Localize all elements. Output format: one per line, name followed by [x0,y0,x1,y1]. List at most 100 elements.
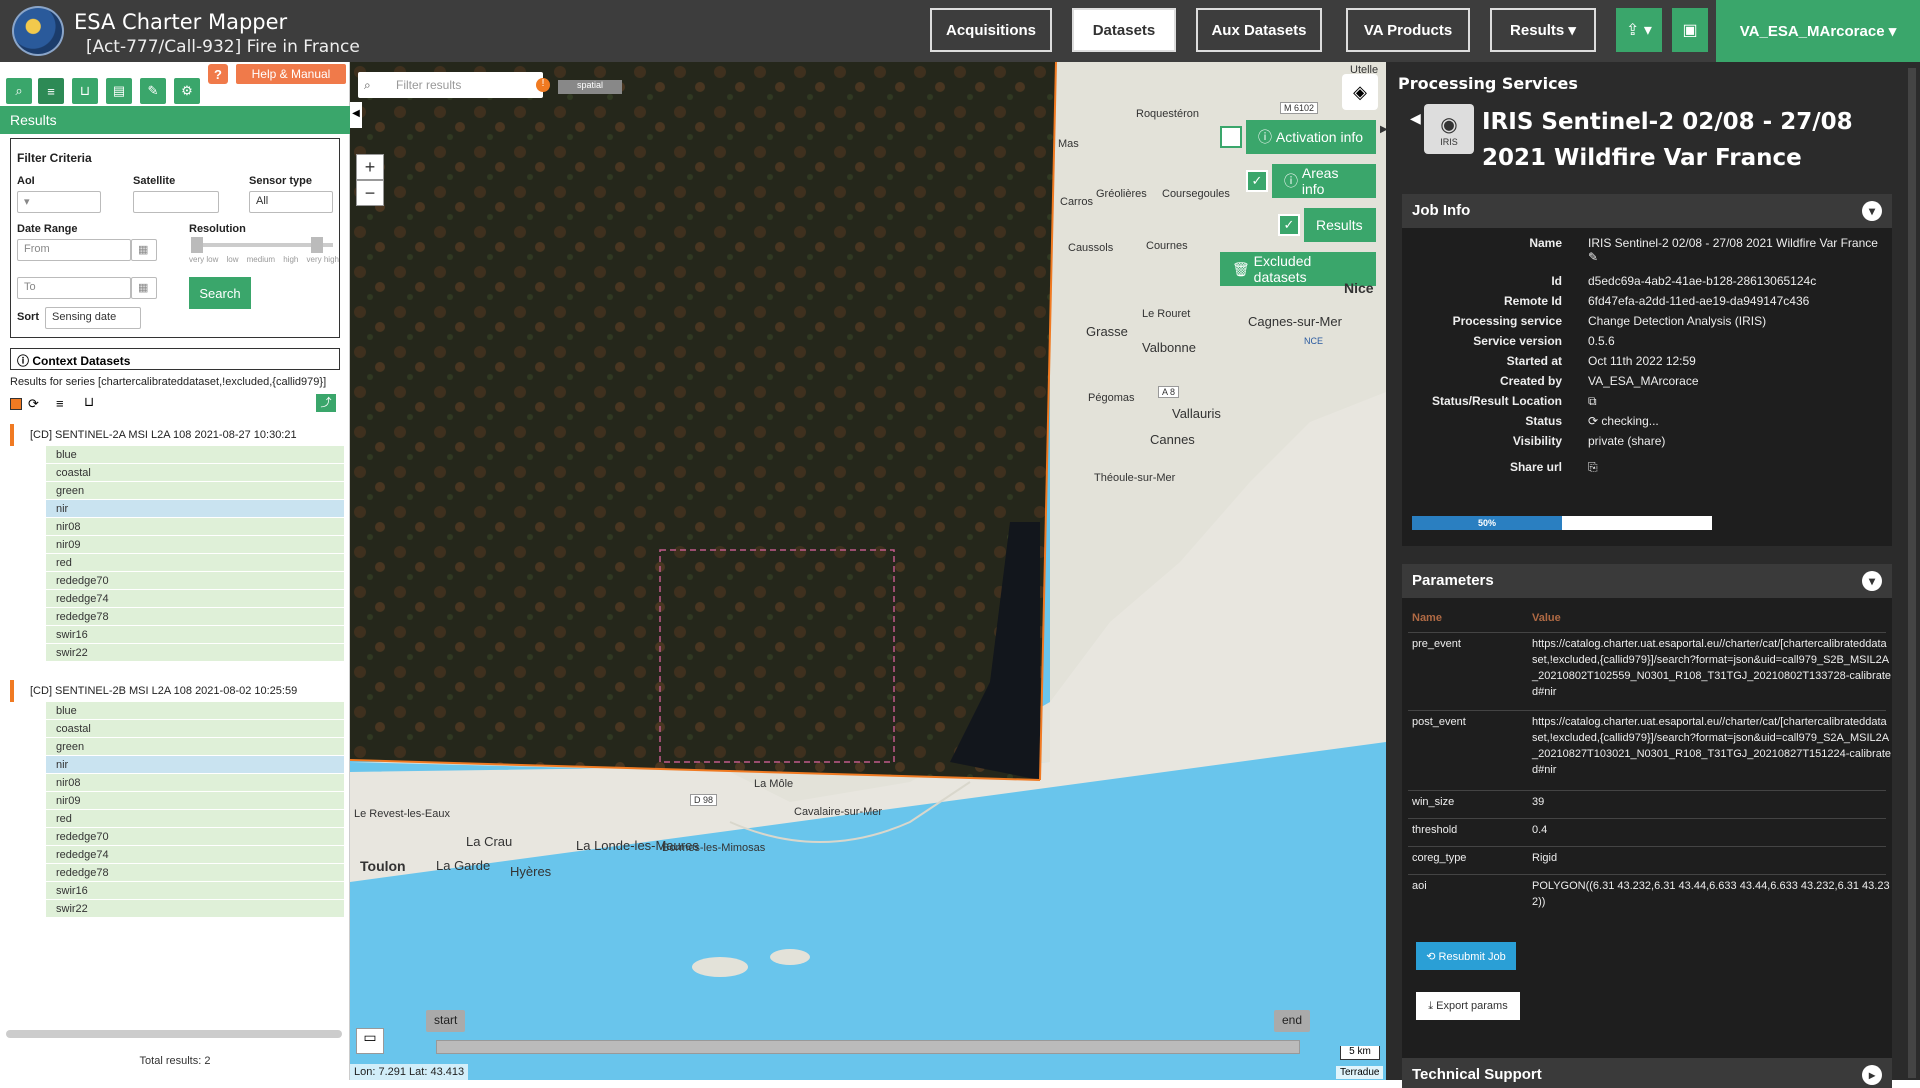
slider-handle-high[interactable] [311,237,323,253]
aoi-select[interactable]: ▾ [17,191,101,213]
zoom-in-button[interactable]: + [356,154,384,180]
horizontal-scrollbar[interactable] [6,1030,342,1038]
tick: low [226,255,239,264]
map-view[interactable]: Filter results ⌕ ! spatial ◀ + − ◈ ⓘ Act… [350,62,1386,1080]
vertical-scrollbar[interactable] [1908,68,1916,1078]
calendar-icon[interactable]: ▦ [131,277,157,299]
chevron-down-icon[interactable]: ▾ [1862,201,1882,221]
timeline-end[interactable]: end [1274,1010,1311,1032]
date-from-input[interactable]: From [17,239,131,261]
satellite-input[interactable] [133,191,219,213]
field-value[interactable]: ⎘ [1588,460,1888,475]
map-filter-input[interactable]: Filter results [358,72,543,98]
edit-icon[interactable]: ✎ [140,78,166,104]
date-range-label: Date Range [17,223,78,235]
band-item[interactable]: blue [46,446,344,464]
activation-info-button[interactable]: ⓘ Activation info [1246,120,1376,154]
technical-support-header[interactable]: Technical Support ▸ [1402,1058,1892,1088]
job-info-panel: Name IRIS Sentinel-2 02/08 - 27/08 2021 W… [1402,228,1892,546]
user-menu[interactable]: VA_ESA_MArcorace ▾ [1716,0,1920,62]
band-item[interactable]: rededge74 [46,590,344,608]
nav-acquisitions[interactable]: Acquisitions [930,8,1052,52]
results-checkbox[interactable]: ✓ [1278,214,1300,236]
briefcase-icon[interactable]: ▣ [1672,8,1708,52]
band-item[interactable]: green [46,482,344,500]
clear-filter-icon[interactable]: ! [536,78,550,92]
dataset-title: [CD] SENTINEL-2A MSI L2A 108 2021-08-27 … [30,429,297,441]
search-button[interactable]: Search [189,277,251,309]
nav-datasets[interactable]: Datasets [1072,8,1176,52]
band-item[interactable]: rededge78 [46,864,344,882]
band-item[interactable]: swir22 [46,644,344,662]
list-view-icon[interactable]: ≡ [56,396,64,411]
band-item[interactable]: nir09 [46,792,344,810]
help-manual-button[interactable]: Help & Manual [236,64,346,84]
band-item[interactable]: red [46,554,344,572]
dataset-header-1[interactable]: [CD] SENTINEL-2A MSI L2A 108 2021-08-27 … [10,424,297,446]
band-item[interactable]: coastal [46,720,344,738]
slider-handle-low[interactable] [191,237,203,253]
settings-icon[interactable]: ⚙ [174,78,200,104]
timeline-start[interactable]: start [426,1010,466,1032]
search-icon[interactable]: ⌕ [6,78,32,104]
areas-info-button[interactable]: ⓘ Areas info [1272,164,1376,198]
share-icon[interactable]: ⤴ [316,394,336,412]
upload-icon[interactable]: ⇪ ▾ [1616,8,1662,52]
chevron-down-icon[interactable]: ▾ [1862,571,1882,591]
select-all-checkbox[interactable] [10,398,22,410]
band-item[interactable]: swir22 [46,900,344,918]
refresh-icon[interactable]: ⟳ [28,396,39,412]
sort-select[interactable]: Sensing date [45,307,141,329]
calendar-icon[interactable]: ▦ [131,239,157,261]
nav-aux-datasets[interactable]: Aux Datasets [1196,8,1322,52]
zoom-out-button[interactable]: − [356,180,384,206]
timeline-toggle-icon[interactable]: ▭ [356,1028,384,1054]
band-item[interactable]: nir [46,500,344,518]
spatial-tag[interactable]: spatial [558,80,622,94]
help-label: Help & Manual [251,67,331,81]
field-value[interactable]: IRIS Sentinel-2 02/08 - 27/08 2021 Wildf… [1588,236,1888,264]
parameters-header[interactable]: Parameters ▾ [1402,564,1892,598]
band-item[interactable]: nir09 [46,536,344,554]
results-button[interactable]: Results [1304,208,1376,242]
band-item[interactable]: nir [46,756,344,774]
band-item[interactable]: nir08 [46,774,344,792]
resubmit-job-button[interactable]: ⟲ Resubmit Job [1416,942,1516,970]
help-question-icon[interactable]: ? [208,64,228,84]
collapse-left-icon[interactable]: ◀ [350,102,362,128]
basket-icon[interactable]: ⊔ [72,78,98,104]
chevron-right-icon[interactable]: ▸ [1862,1065,1882,1085]
field-label: Name [1529,236,1562,250]
date-to-input[interactable]: To [17,277,131,299]
band-item[interactable]: coastal [46,464,344,482]
layers-icon[interactable]: ◈ [1342,74,1378,110]
nav-va-products[interactable]: VA Products [1346,8,1470,52]
band-item[interactable]: rededge78 [46,608,344,626]
band-item[interactable]: blue [46,702,344,720]
band-item[interactable]: nir08 [46,518,344,536]
band-item[interactable]: green [46,738,344,756]
band-item[interactable]: swir16 [46,626,344,644]
context-datasets[interactable]: ⓘ Context Datasets [10,348,340,370]
map-attribution[interactable]: Terradue [1336,1066,1384,1079]
export-params-button[interactable]: ⤓ Export params [1416,992,1520,1020]
band-item[interactable]: rededge74 [46,846,344,864]
band-item[interactable]: rededge70 [46,572,344,590]
nav-results[interactable]: Results ▾ [1490,8,1596,52]
list-icon[interactable]: ≡ [38,78,64,104]
areas-info-checkbox[interactable]: ✓ [1246,170,1268,192]
field-value[interactable]: ⧉ [1588,394,1888,409]
activation-info-checkbox[interactable] [1220,126,1242,148]
back-icon[interactable]: ◀ [1410,110,1421,127]
divider [1408,818,1886,819]
band-item[interactable]: red [46,810,344,828]
archive-icon[interactable]: ▤ [106,78,132,104]
basket-icon[interactable]: ⊔ [84,394,94,410]
dataset-header-2[interactable]: [CD] SENTINEL-2B MSI L2A 108 2021-08-02 … [10,680,297,702]
timeline-slider[interactable] [436,1040,1300,1054]
band-item[interactable]: rededge70 [46,828,344,846]
sensor-type-select[interactable]: All [249,191,333,213]
band-item[interactable]: swir16 [46,882,344,900]
job-info-header[interactable]: Job Info ▾ [1402,194,1892,228]
field-value[interactable]: private (share) [1588,434,1888,448]
